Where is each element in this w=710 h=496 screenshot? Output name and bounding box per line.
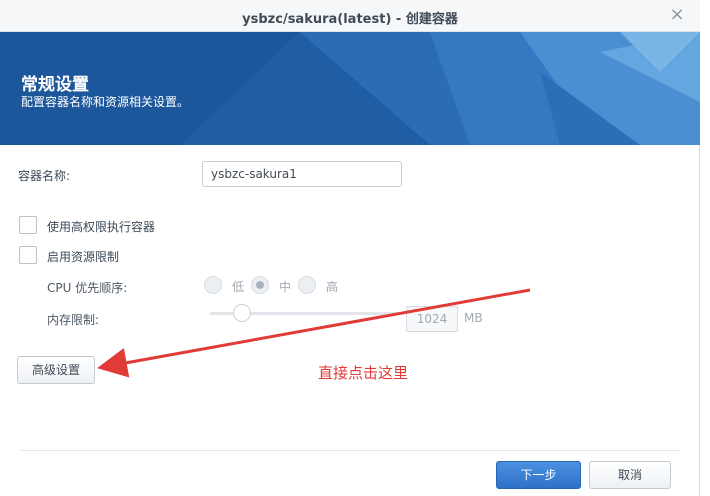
create-container-dialog: ysbzc/sakura(latest) - 创建容器 × 常规设置 配置容器名… (0, 0, 700, 496)
resource-limit-checkbox[interactable] (19, 246, 37, 264)
annotation-text: 直接点击这里 (318, 364, 409, 382)
next-button[interactable]: 下一步 (496, 461, 581, 489)
section-title: 常规设置 (21, 75, 89, 95)
memory-limit-label: 内存限制: (47, 313, 100, 327)
memory-value-field[interactable]: 1024 (406, 306, 458, 332)
privileged-checkbox[interactable] (19, 216, 37, 234)
advanced-settings-button[interactable]: 高级设置 (17, 356, 95, 384)
header-banner: 常规设置 配置容器名称和资源相关设置。 (0, 32, 700, 145)
section-subtitle: 配置容器名称和资源相关设置。 (21, 95, 190, 109)
memory-unit: MB (464, 311, 483, 325)
cancel-button[interactable]: 取消 (589, 461, 671, 489)
cpu-priority-high-radio[interactable] (298, 276, 316, 294)
window-title: ysbzc/sakura(latest) - 创建容器 (242, 12, 458, 27)
banner-background (0, 32, 700, 145)
cpu-priority-medium-radio[interactable] (251, 276, 269, 294)
cpu-priority-low-radio[interactable] (204, 276, 222, 294)
close-icon[interactable]: × (668, 6, 686, 24)
cpu-priority-medium-label: 中 (279, 280, 292, 294)
title-bar[interactable]: ysbzc/sakura(latest) - 创建容器 × (0, 0, 700, 32)
resource-limit-label: 启用资源限制 (47, 250, 120, 264)
cpu-priority-high-label: 高 (326, 280, 339, 294)
container-name-label: 容器名称: (18, 169, 71, 183)
privileged-label: 使用高权限执行容器 (47, 220, 156, 234)
cpu-priority-low-label: 低 (232, 280, 245, 294)
container-name-input[interactable] (202, 161, 402, 187)
cpu-priority-label: CPU 优先顺序: (47, 281, 128, 295)
footer-divider (21, 450, 681, 451)
memory-slider-handle[interactable] (233, 304, 251, 322)
